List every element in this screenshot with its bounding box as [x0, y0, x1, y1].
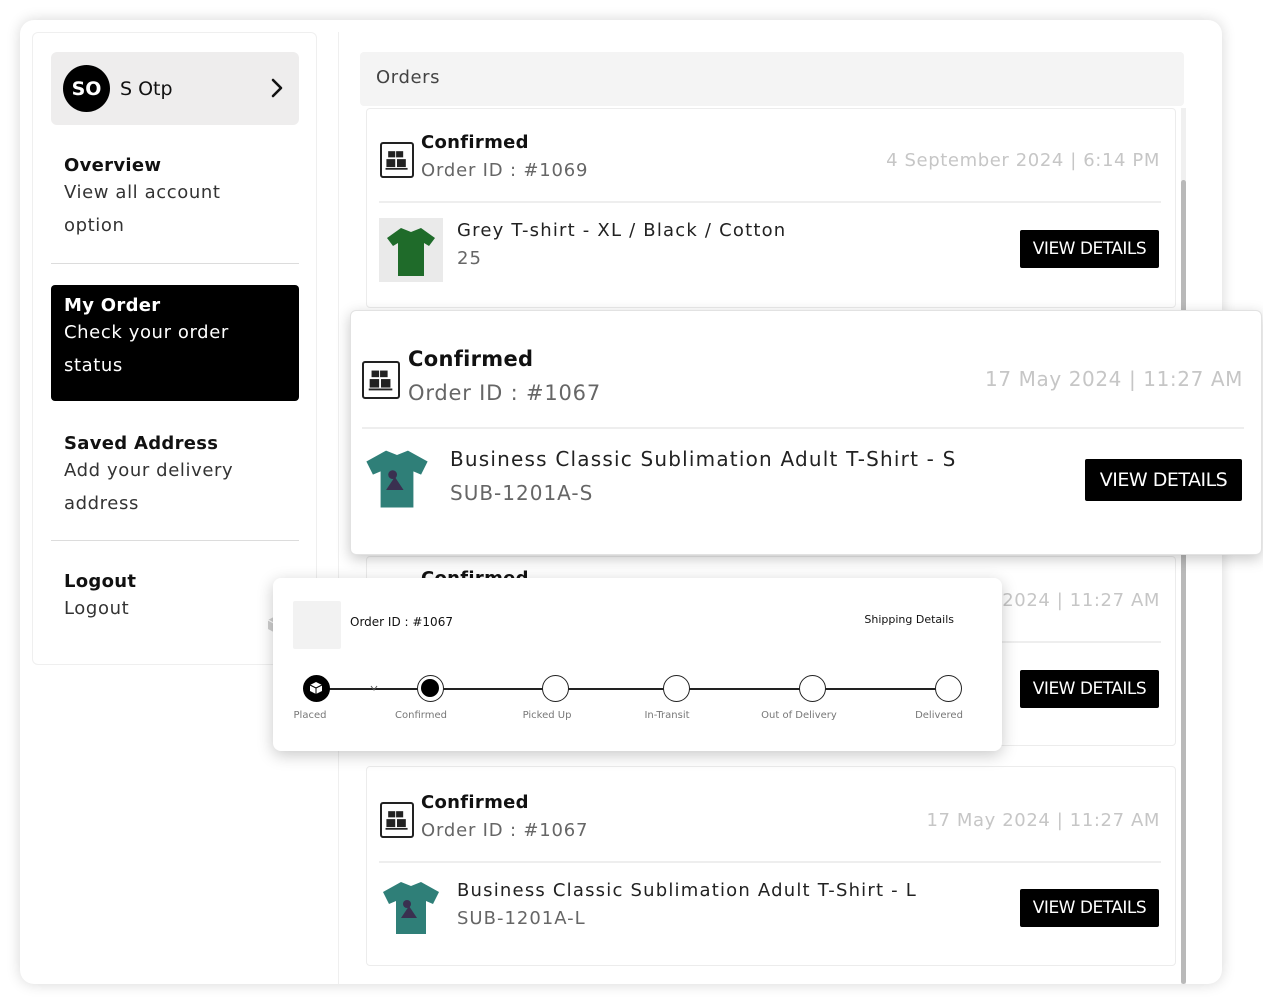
order-tracker-popup: Order ID : #1067 Shipping Details Placed… — [273, 578, 1002, 751]
step-confirmed — [417, 675, 444, 702]
divider — [379, 861, 1161, 863]
product-thumbnail[interactable] — [379, 878, 443, 938]
step-active-dot — [421, 679, 439, 697]
product-name: Grey T-shirt - XL / Black / Cotton — [457, 220, 787, 241]
shipping-details-link[interactable]: Shipping Details — [864, 613, 954, 626]
sidebar-item-title: Saved Address — [64, 433, 219, 454]
step-delivered — [935, 675, 962, 702]
order-id: Order ID : #1069 — [421, 160, 589, 181]
product-variant: SUB-1201A-S — [450, 481, 594, 505]
product-thumbnail[interactable] — [379, 218, 443, 282]
step-label: Placed — [293, 710, 327, 721]
sidebar-item-subtitle: Logout — [64, 598, 130, 619]
sidebar-item-my-order[interactable]: My Order Check your order status — [51, 285, 299, 401]
step-out-of-delivery — [799, 675, 826, 702]
view-details-button[interactable]: VIEW DETAILS — [1085, 459, 1242, 501]
step-picked-up — [542, 675, 569, 702]
product-name: Business Classic Sublimation Adult T-Shi… — [450, 447, 957, 471]
sidebar-item-logout[interactable]: Logout Logout — [51, 571, 299, 625]
sidebar-item-title: Logout — [64, 571, 137, 592]
step-label: Out of Delivery — [761, 710, 837, 721]
view-details-button[interactable]: VIEW DETAILS — [1020, 670, 1159, 708]
account-sidebar: SO S Otp Overview View all account optio… — [32, 32, 317, 665]
step-label: In-Transit — [644, 710, 690, 721]
sidebar-item-overview[interactable]: Overview View all account option — [51, 155, 299, 242]
user-profile-card[interactable]: SO S Otp — [51, 52, 299, 125]
step-in-transit — [663, 675, 690, 702]
scrollbar-thumb[interactable] — [1181, 180, 1186, 984]
divider — [51, 263, 299, 264]
page-title: Orders — [376, 67, 441, 88]
step-placed — [303, 675, 330, 702]
order-status: Confirmed — [408, 347, 534, 371]
sidebar-item-subtitle: option — [64, 215, 125, 236]
sidebar-item-subtitle: address — [64, 493, 139, 514]
order-box-icon — [380, 802, 414, 838]
sidebar-item-subtitle: status — [64, 355, 123, 376]
sidebar-item-title: My Order — [64, 295, 161, 316]
sidebar-item-saved-address[interactable]: Saved Address Add your delivery address — [51, 433, 299, 520]
chevron-right-icon[interactable] — [265, 74, 289, 102]
order-id: Order ID : #1067 — [421, 820, 589, 841]
product-thumbnail[interactable] — [362, 446, 432, 512]
order-box-icon — [380, 142, 414, 178]
order-id: Order ID : #1067 — [408, 381, 601, 405]
step-label: Delivered — [915, 710, 963, 721]
avatar: SO — [63, 65, 110, 112]
orders-header: Orders — [360, 52, 1184, 106]
view-details-button[interactable]: VIEW DETAILS — [1020, 889, 1159, 927]
package-icon — [309, 682, 323, 694]
sidebar-item-title: Overview — [64, 155, 162, 176]
divider — [51, 540, 299, 541]
order-date: 17 May 2024 | 11:27 AM — [985, 367, 1243, 391]
step-label: Confirmed — [395, 710, 447, 721]
order-status: Confirmed — [421, 792, 529, 813]
order-box-icon — [362, 361, 400, 399]
product-variant: 25 — [457, 248, 482, 269]
divider — [379, 201, 1161, 203]
product-variant: SUB-1201A-L — [457, 908, 586, 929]
order-date: 4 September 2024 | 6:14 PM — [886, 150, 1160, 171]
view-details-button[interactable]: VIEW DETAILS — [1020, 230, 1159, 268]
step-label: Picked Up — [522, 710, 572, 721]
user-name: S Otp — [120, 77, 173, 100]
product-thumbnail — [293, 601, 341, 649]
sidebar-item-subtitle: Check your order — [64, 322, 229, 343]
product-name: Business Classic Sublimation Adult T-Shi… — [457, 880, 918, 901]
sidebar-item-subtitle: View all account — [64, 182, 221, 203]
sidebar-item-subtitle: Add your delivery — [64, 460, 234, 481]
progress-track — [317, 688, 949, 690]
check-icon — [370, 685, 378, 691]
tracker-order-id: Order ID : #1067 — [350, 615, 453, 629]
order-date: 17 May 2024 | 11:27 AM — [926, 810, 1160, 831]
divider — [362, 427, 1244, 429]
order-status: Confirmed — [421, 132, 529, 153]
